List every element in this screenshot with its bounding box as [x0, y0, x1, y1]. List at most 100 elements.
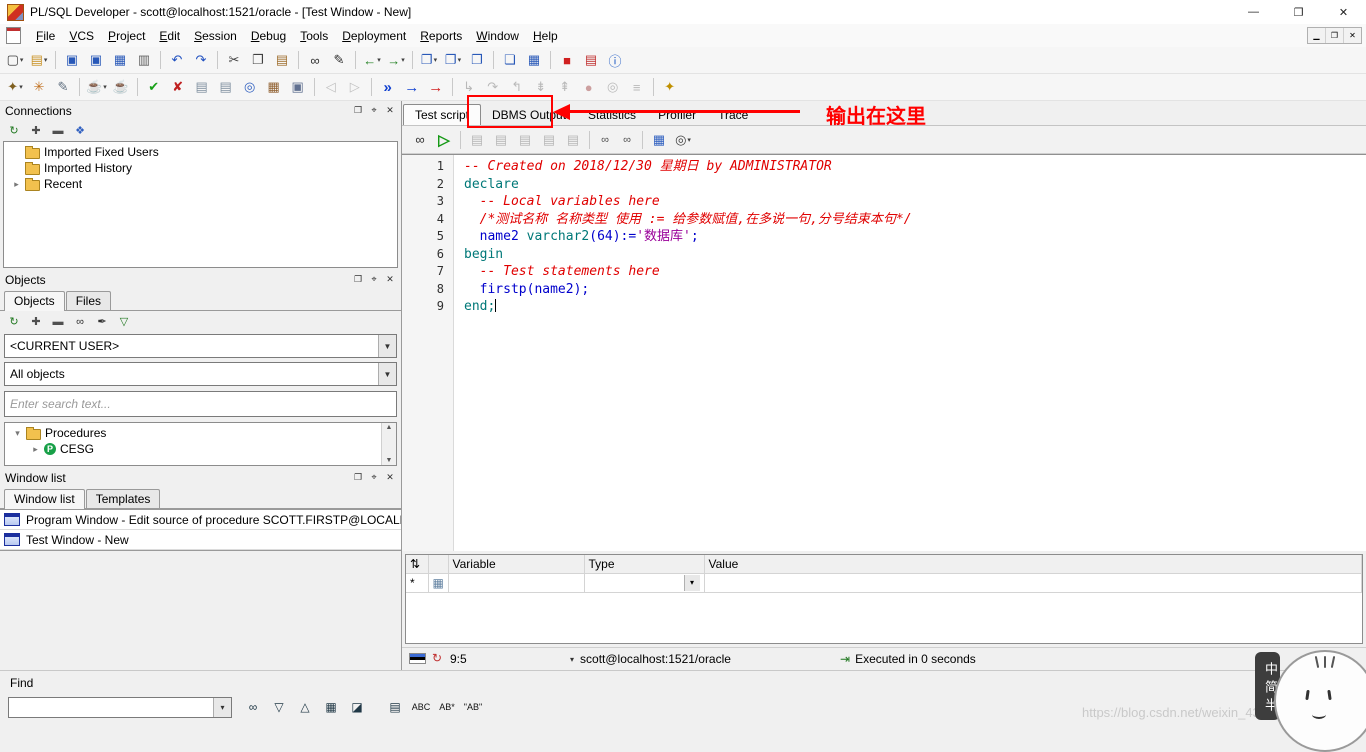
window-open-button[interactable]: ❐	[442, 49, 464, 71]
find-clear-icon[interactable]: ◪	[346, 697, 368, 717]
find-objects-button[interactable]: ◎	[239, 76, 261, 98]
tree-item-imported-history[interactable]: Imported History	[4, 160, 397, 176]
vertical-scrollbar[interactable]: ▲ ▼	[381, 423, 396, 465]
find-mark-all-icon[interactable]: ▦	[320, 697, 342, 717]
zoom-button[interactable]: ◎	[672, 129, 694, 151]
run-to-exception-button[interactable]: ⇞	[554, 76, 576, 98]
minimize-button[interactable]: —	[1231, 0, 1276, 24]
save-all-button[interactable]: ▦	[109, 49, 131, 71]
window-new-button[interactable]: ❐	[418, 49, 440, 71]
menu-item-edit[interactable]: Edit	[152, 26, 187, 46]
chevron-down-icon[interactable]: ▾	[570, 655, 574, 664]
mdi-restore-button[interactable]: ❐	[1325, 28, 1343, 43]
find-down-icon[interactable]: ▽	[268, 697, 290, 717]
pin-panel-icon[interactable]: ⌖	[368, 105, 380, 116]
pin-panel-icon[interactable]: ⌖	[368, 274, 380, 285]
run-script-button[interactable]: →	[401, 76, 423, 98]
preferences-button[interactable]: ✦	[4, 76, 26, 98]
match-case-icon[interactable]: ABC	[410, 697, 432, 717]
expander-icon[interactable]: ▾	[13, 428, 22, 439]
current-user-combo[interactable]: <CURRENT USER> ▼	[4, 334, 397, 358]
mdi-close-button[interactable]: ✕	[1343, 28, 1361, 43]
tab-templates[interactable]: Templates	[86, 489, 161, 508]
indent-button[interactable]: ▷	[344, 76, 366, 98]
call-stack-button[interactable]: ≡	[626, 76, 648, 98]
remove-icon[interactable]: ▬	[48, 312, 68, 332]
menu-item-window[interactable]: Window	[469, 26, 526, 46]
find-up-icon[interactable]: △	[294, 697, 316, 717]
stamp-alt-button[interactable]: ▤	[215, 76, 237, 98]
view-watches-icon[interactable]: ∞	[617, 130, 637, 150]
menu-item-session[interactable]: Session	[187, 26, 244, 46]
print-button[interactable]: ▥	[133, 49, 155, 71]
float-panel-icon[interactable]: ❐	[352, 274, 364, 285]
tab-window-list[interactable]: Window list	[4, 489, 85, 509]
pin-panel-icon[interactable]: ⌖	[368, 472, 380, 483]
copy-button[interactable]: ❐	[247, 49, 269, 71]
menu-item-help[interactable]: Help	[526, 26, 565, 46]
add-icon[interactable]: ✚	[26, 312, 46, 332]
menu-item-reports[interactable]: Reports	[413, 26, 469, 46]
tree-item-imported-fixed-users[interactable]: Imported Fixed Users	[4, 144, 397, 160]
back-button[interactable]: ←	[361, 49, 383, 71]
chevron-down-icon[interactable]: ▼	[378, 335, 396, 357]
window-save-button[interactable]: ❐	[466, 49, 488, 71]
close-button[interactable]: ✕	[1321, 0, 1366, 24]
undo-button[interactable]: ↶	[166, 49, 188, 71]
whole-word-icon[interactable]: "AB"	[462, 697, 484, 717]
jobs-button[interactable]: ▦	[263, 76, 285, 98]
step-into-test-button[interactable]: ▤	[490, 129, 512, 151]
replace-button[interactable]: ✎	[328, 49, 350, 71]
schedule-button[interactable]: ▤	[580, 49, 602, 71]
configure-connections-icon[interactable]: ❖	[70, 121, 90, 141]
tile-windows-button[interactable]: ▦	[523, 49, 545, 71]
execute-test-button[interactable]: ▷	[433, 129, 455, 151]
mdi-minimize-button[interactable]: ▁	[1308, 28, 1325, 43]
chevron-down-icon[interactable]: ▼	[378, 363, 396, 385]
restore-button[interactable]: ❐	[1276, 0, 1321, 24]
save-button[interactable]: ▣	[61, 49, 83, 71]
type-cell[interactable]: ▾	[584, 574, 704, 593]
templates-button[interactable]: ▣	[287, 76, 309, 98]
new-button[interactable]: ▢	[4, 49, 26, 71]
breakpoint-button[interactable]: ●	[578, 76, 600, 98]
variable-cell[interactable]	[448, 574, 584, 593]
paste-button[interactable]: ▤	[271, 49, 293, 71]
menu-item-file[interactable]: File	[29, 26, 62, 46]
stop-button[interactable]: ■	[556, 49, 578, 71]
tab-objects[interactable]: Objects	[4, 291, 65, 311]
object-search-input[interactable]	[4, 391, 397, 417]
find-input[interactable]: ▾	[8, 697, 232, 718]
close-panel-icon[interactable]: ✕	[384, 105, 396, 116]
object-filter-combo[interactable]: All objects ▼	[4, 362, 397, 386]
menu-item-tools[interactable]: Tools	[293, 26, 335, 46]
find-button[interactable]: ∞	[304, 49, 326, 71]
execute-button[interactable]: »	[377, 76, 399, 98]
redo-button[interactable]: ↷	[190, 49, 212, 71]
tab-files[interactable]: Files	[66, 291, 111, 310]
remove-connection-icon[interactable]: ▬	[48, 121, 68, 141]
expander-icon[interactable]: ▸	[12, 179, 21, 190]
browser-button[interactable]: ✳	[28, 76, 50, 98]
session-mug-icon[interactable]: ☕	[85, 76, 108, 98]
refresh-icon[interactable]: ↻	[4, 312, 24, 332]
regex-icon[interactable]: AB*	[436, 697, 458, 717]
step-out-test-button[interactable]: ▤	[538, 129, 560, 151]
save-as-button[interactable]: ▣	[85, 49, 107, 71]
float-panel-icon[interactable]: ❐	[352, 472, 364, 483]
break-button[interactable]: →	[425, 76, 447, 98]
tab-trace[interactable]: Trace	[707, 105, 759, 125]
variable-row[interactable]: * ▦ ▾	[406, 574, 1362, 593]
break-test-button[interactable]: ▤	[466, 129, 488, 151]
tab-statistics[interactable]: Statistics	[577, 105, 647, 125]
cascade-windows-button[interactable]: ❏	[499, 49, 521, 71]
search-selection-icon[interactable]: ▤	[384, 697, 406, 717]
add-connection-icon[interactable]: ✚	[26, 121, 46, 141]
step-over-test-button[interactable]: ▤	[514, 129, 536, 151]
run-to-cursor-test-button[interactable]: ▤	[562, 129, 584, 151]
authorize-key-icon[interactable]: ✦	[659, 76, 681, 98]
scroll-up-icon[interactable]: ▲	[386, 424, 393, 431]
window-list-item-program[interactable]: Program Window - Edit source of procedur…	[0, 510, 401, 530]
open-button[interactable]: ▤	[28, 49, 50, 71]
tree-item-recent[interactable]: ▸ Recent	[4, 176, 397, 192]
